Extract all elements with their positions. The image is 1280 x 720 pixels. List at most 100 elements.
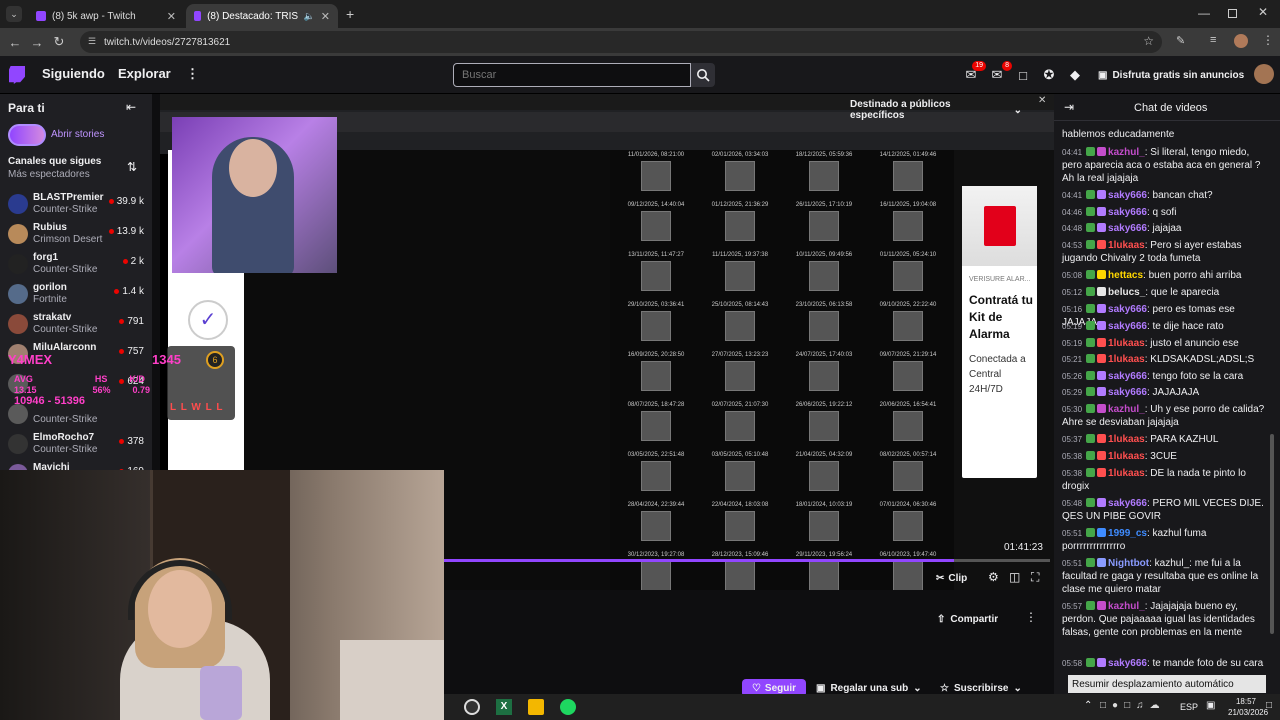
gallery-photo[interactable]: 08/02/2025, 00:57:14: [866, 452, 950, 500]
search-input[interactable]: [453, 63, 691, 87]
gallery-photo[interactable]: 09/10/2025, 22:22:40: [866, 302, 950, 350]
twitch-logo-icon[interactable]: [9, 66, 25, 84]
chat-username[interactable]: kazhul_: [1108, 601, 1145, 612]
back-icon[interactable]: ←: [4, 35, 26, 50]
gallery-photo[interactable]: 18/12/2025, 05:59:36: [782, 152, 866, 200]
gallery-photo[interactable]: 30/12/2023, 19:27:08: [614, 552, 698, 590]
tray-overflow-icon[interactable]: ⌃: [1084, 700, 1092, 711]
site-info-icon[interactable]: ☰: [88, 36, 96, 47]
obs-icon[interactable]: [464, 699, 480, 715]
nav-following[interactable]: Siguiendo: [42, 66, 105, 81]
gallery-photo[interactable]: 26/06/2025, 19:22:12: [782, 402, 866, 450]
minimize-icon[interactable]: —: [1198, 6, 1210, 20]
channel-strakatv[interactable]: strakatv Counter-Strike 791: [0, 310, 152, 340]
chat-scrollbar[interactable]: [1270, 434, 1274, 634]
gallery-photo[interactable]: 16/11/2025, 19:04:08: [866, 202, 950, 250]
language-indicator[interactable]: ESP: [1180, 702, 1198, 712]
chat-username[interactable]: 1lukaas: [1108, 240, 1145, 251]
clock[interactable]: 18:57 21/03/2026: [1228, 696, 1268, 718]
excel-icon[interactable]: X: [496, 699, 512, 715]
search-button[interactable]: [691, 63, 715, 87]
resume-autoscroll-button[interactable]: Resumir desplazamiento automático: [1068, 675, 1266, 693]
chat-username[interactable]: 1lukaas: [1108, 338, 1145, 349]
notification-center-icon[interactable]: □: [1266, 700, 1272, 711]
gallery-photo[interactable]: 24/07/2025, 17:40:03: [782, 352, 866, 400]
tab-list-button[interactable]: ⌄: [6, 6, 22, 22]
bookmark-star-icon[interactable]: ☆: [1143, 34, 1154, 48]
inbox-icon[interactable]: ✉ 8: [988, 61, 1012, 84]
bits-icon[interactable]: ◆: [1066, 66, 1084, 84]
gallery-photo[interactable]: 18/01/2024, 10:03:19: [782, 502, 866, 550]
chat-username[interactable]: kazhul_: [1108, 147, 1145, 158]
chat-username[interactable]: kazhul_: [1108, 404, 1145, 415]
gallery-photo[interactable]: 21/04/2025, 04:32:09: [782, 452, 866, 500]
whispers-icon[interactable]: □: [1014, 66, 1032, 84]
chat-username[interactable]: saky666: [1108, 371, 1147, 382]
targeted-audience-dropdown[interactable]: Destinado a públicos específicos ⌄: [842, 99, 1022, 121]
close-tab-icon[interactable]: ✕: [167, 10, 176, 23]
chat-username[interactable]: belucs_: [1108, 287, 1145, 298]
chat-username[interactable]: 1lukaas: [1108, 354, 1145, 365]
gallery-photo[interactable]: 29/10/2025, 03:36:41: [614, 302, 698, 350]
more-options-icon[interactable]: ⋮: [1025, 610, 1037, 624]
collapse-sidebar-icon[interactable]: ⇤: [126, 100, 136, 114]
chat-username[interactable]: 1lukaas: [1108, 434, 1145, 445]
new-tab-button[interactable]: +: [346, 6, 354, 22]
close-tab-icon[interactable]: ✕: [321, 10, 330, 23]
gallery-photo[interactable]: 22/04/2024, 18:03:08: [698, 502, 782, 550]
gallery-photo[interactable]: 01/12/2025, 21:36:29: [698, 202, 782, 250]
chat-username[interactable]: hettacs: [1108, 270, 1143, 281]
gallery-photo[interactable]: 29/11/2023, 19:56:24: [782, 552, 866, 590]
gallery-photo[interactable]: 28/12/2023, 15:09:46: [698, 552, 782, 590]
spotify-icon[interactable]: [560, 699, 576, 715]
gallery-photo[interactable]: 20/06/2025, 16:54:41: [866, 402, 950, 450]
gallery-photo[interactable]: 01/11/2025, 05:24:10: [866, 252, 950, 300]
gallery-photo[interactable]: 07/01/2024, 06:30:46: [866, 502, 950, 550]
network-icon[interactable]: ▣: [1206, 700, 1215, 711]
gallery-photo[interactable]: 03/05/2025, 05:10:48: [698, 452, 782, 500]
turbo-button[interactable]: ▣ Disfruta gratis sin anuncios: [1092, 63, 1246, 87]
chat-username[interactable]: 1lukaas: [1108, 451, 1145, 462]
forward-icon[interactable]: →: [26, 35, 48, 50]
tab-destacado[interactable]: (8) Destacado: TRISTE POR 🔈 ✕: [186, 4, 338, 28]
chat-username[interactable]: saky666: [1108, 498, 1147, 509]
close-ad-info-icon[interactable]: ✕: [1038, 95, 1046, 106]
gallery-photo[interactable]: 08/07/2025, 18:47:28: [614, 402, 698, 450]
chat-username[interactable]: 1999_cs: [1108, 528, 1147, 539]
channel-forg1[interactable]: forg1 Counter-Strike 2 k: [0, 250, 152, 280]
channel-gorilon[interactable]: gorilon Fortnite 1.4 k: [0, 280, 152, 310]
gallery-photo[interactable]: 13/11/2025, 11:47:27: [614, 252, 698, 300]
chat-username[interactable]: saky666: [1108, 190, 1147, 201]
gallery-photo[interactable]: 09/12/2025, 14:40:04: [614, 202, 698, 250]
gallery-photo[interactable]: 11/01/2026, 08:21:00: [614, 152, 698, 200]
speaker-icon[interactable]: 🔈: [304, 11, 315, 22]
gallery-photo[interactable]: 02/01/2026, 03:34:03: [698, 152, 782, 200]
stories-button[interactable]: Abrir stories: [8, 124, 148, 146]
channel-rubius[interactable]: Rubius Crimson Desert 13.9 k: [0, 220, 152, 250]
tab-5k-awp[interactable]: (8) 5k awp - Twitch ✕: [28, 4, 184, 28]
clip-button[interactable]: ✂ Clip: [936, 570, 967, 586]
close-window-icon[interactable]: ✕: [1258, 5, 1268, 19]
channel-blastpremier[interactable]: BLASTPremier Counter-Strike 39.9 k: [0, 190, 152, 220]
browser-menu-icon[interactable]: ⋮: [1262, 33, 1274, 47]
chat-username[interactable]: 1lukaas: [1108, 468, 1145, 479]
gallery-photo[interactable]: 14/12/2025, 01:49:46: [866, 152, 950, 200]
settings-icon[interactable]: ⚙: [988, 570, 999, 584]
gallery-photo[interactable]: 02/07/2025, 21:07:30: [698, 402, 782, 450]
notifications-icon[interactable]: ✉ 19: [962, 61, 986, 84]
profile-avatar[interactable]: [1234, 34, 1248, 48]
chat-username[interactable]: saky666: [1108, 387, 1147, 398]
gallery-photo[interactable]: 03/05/2025, 22:51:48: [614, 452, 698, 500]
files-icon[interactable]: [528, 699, 544, 715]
chat-username[interactable]: saky666: [1108, 207, 1147, 218]
gallery-photo[interactable]: 27/07/2025, 13:23:23: [698, 352, 782, 400]
reload-icon[interactable]: ↻: [48, 34, 70, 50]
chat-username[interactable]: saky666: [1108, 304, 1147, 315]
gallery-photo[interactable]: 09/07/2025, 21:29:14: [866, 352, 950, 400]
sort-icon[interactable]: ⇅: [127, 160, 137, 174]
gallery-photo[interactable]: 25/10/2025, 08:14:43: [698, 302, 782, 350]
nav-more-icon[interactable]: ⋮: [186, 66, 199, 82]
collapse-chat-icon[interactable]: ⇥: [1064, 100, 1074, 114]
url-field[interactable]: ☰ twitch.tv/videos/2727813621 ☆: [80, 31, 1162, 53]
prime-icon[interactable]: ✪: [1040, 66, 1058, 84]
